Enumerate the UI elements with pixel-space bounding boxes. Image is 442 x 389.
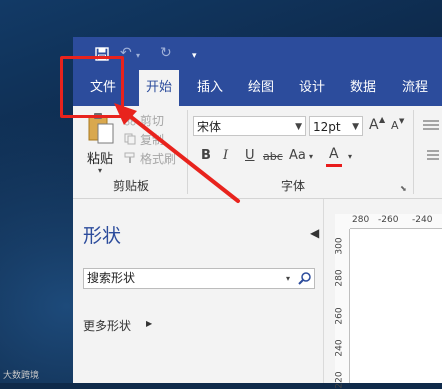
- watermark: 大数跨境: [3, 371, 40, 381]
- annotation-arrow: [114, 103, 240, 203]
